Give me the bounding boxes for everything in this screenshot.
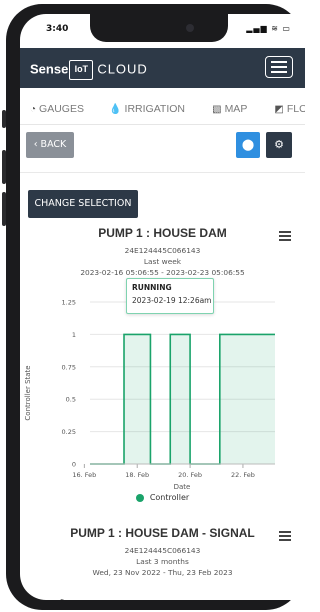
y-tick-label: 1.25 [62,299,76,307]
legend-label: Controller [149,493,190,502]
screen: 3:40 ▂▄▆ ≋ ▭ Sense IoT CLOUD ◔ GAUGES 💧 IRRI… [20,14,305,600]
tab-label: IRRIGATION [124,103,186,115]
hamburger-icon [279,539,291,541]
logo-text: Sense [30,61,69,77]
tab-irrigation[interactable]: 💧 IRRIGATION [109,94,185,125]
app-logo[interactable]: Sense IoT CLOUD [30,60,148,80]
settings-button[interactable]: ⚙ [266,132,292,158]
logo-cloud-text: CLOUD [97,61,148,77]
chart2-range-label: Last 3 months [136,557,189,566]
settings-icon: ⚙ [274,138,284,151]
chart2-title: PUMP 1 : HOUSE DAM - SIGNAL [70,526,255,540]
chart-range-label: Last week [143,257,182,266]
app-header: Sense IoT CLOUD [20,48,305,88]
y-tick-label: 0.75 [62,363,76,371]
status-bar: 3:40 ▂▄▆ ≋ ▭ [20,14,305,48]
chart2-device-id: 24E124445C066143 [124,546,201,555]
y-tick-label: 0.5 [66,396,76,404]
hamburger-icon [271,66,287,68]
flow-icon: ◩ [274,104,284,115]
water-drop-icon: 💧 [109,104,122,115]
volume-up-button [2,150,6,184]
location-button[interactable]: ⬤ [236,132,260,158]
volume-down-button [2,192,6,226]
tab-label: MAP [224,103,248,115]
tooltip-state: RUNNING [132,283,172,292]
hamburger-icon [279,231,291,233]
hamburger-icon [279,239,291,241]
y-tick-label: 0.25 [62,428,76,436]
x-tick-label: 16. Feb [72,471,96,479]
hamburger-icon [271,71,287,73]
hamburger-icon [279,535,291,537]
change-selection-button[interactable]: CHANGE SELECTION [28,190,138,218]
hamburger-icon [279,235,291,237]
chart-device-id: 24E124445C066143 [124,246,201,255]
chart2-date-range: Wed, 23 Nov 2022 - Thu, 23 Feb 2023 [92,568,233,577]
location-pin-icon: ⬤ [241,138,255,151]
y-tick-label: 1 [72,331,76,339]
signal-wifi-battery-icon: ▂▄▆ ≋ ▭ [246,24,291,33]
logo-box: IoT [69,60,94,80]
x-tick-label: 22. Feb [231,471,255,479]
back-button[interactable]: ‹ BACK [26,132,74,158]
nav-tabs: ◔ GAUGES 💧 IRRIGATION ▧ MAP ◩ FLO [20,94,305,125]
hamburger-icon [271,61,287,63]
tab-label: FLO [286,103,305,115]
chart-tooltip: RUNNING 2023-02-19 12:26am [126,278,214,314]
x-tick-label: 20. Feb [178,471,202,479]
y-axis-label: Controller State [24,365,32,420]
hamburger-menu-button[interactable] [265,56,293,78]
tooltip-time: 2023-02-19 12:26am [132,296,212,305]
chevron-left-icon: ‹ [33,139,41,150]
chart-legend[interactable]: Controller [20,493,305,502]
chart-menu-button[interactable] [279,231,291,241]
legend-dot-icon [135,493,144,502]
chart-title: PUMP 1 : HOUSE DAM [98,226,227,240]
tab-gauges[interactable]: ◔ GAUGES [30,94,84,125]
chart2-y-tick: 5 [60,598,64,600]
mute-switch [2,110,6,128]
tab-label: GAUGES [39,103,84,115]
x-tick-label: 18. Feb [125,471,149,479]
hamburger-icon [279,531,291,533]
section-divider [20,172,305,173]
status-time: 3:40 [46,24,69,34]
y-tick-label: 0 [72,461,76,469]
map-icon: ▧ [212,104,222,115]
back-label: BACK [40,139,67,150]
x-axis-label: Date [174,483,191,491]
gauge-icon: ◔ [30,104,37,115]
phone-frame: 3:40 ▂▄▆ ≋ ▭ Sense IoT CLOUD ◔ GAUGES 💧 IRRI… [0,0,305,612]
tab-flow[interactable]: ◩ FLO [274,94,305,125]
tab-map[interactable]: ▧ MAP [212,94,247,125]
chart2-menu-button[interactable] [279,531,291,541]
